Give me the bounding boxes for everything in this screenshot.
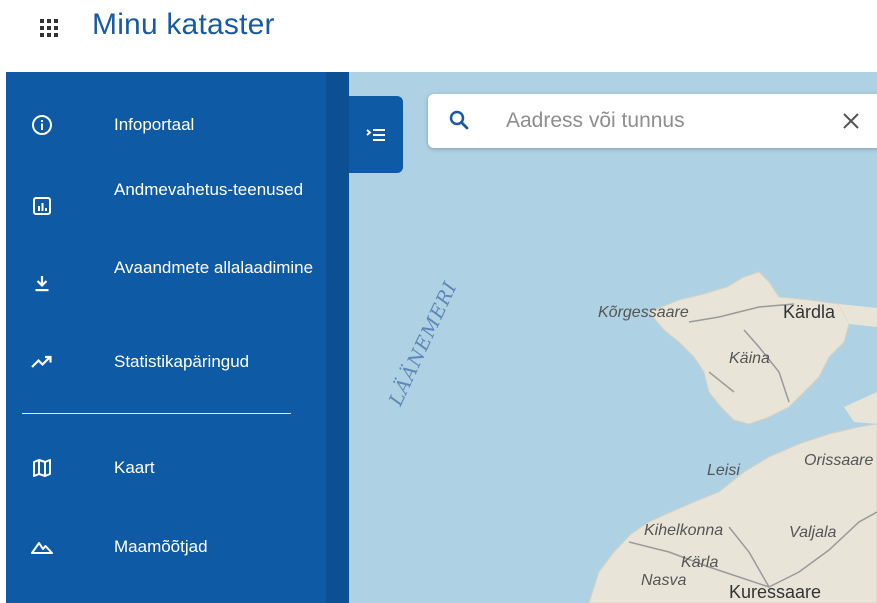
map-icon (30, 456, 54, 480)
close-icon[interactable] (840, 110, 862, 132)
bar-chart-icon (30, 194, 54, 218)
sidebar-item-maamootjad[interactable]: Maamõõtjad (6, 532, 326, 562)
sidebar-divider (22, 413, 291, 414)
menu-collapse-icon (366, 128, 385, 141)
sidebar: Infoportaal Andmevahetus-teenused Avaand… (6, 72, 326, 603)
sidebar-item-label: Infoportaal (114, 115, 195, 134)
trending-up-icon (30, 350, 54, 374)
map-label: Kõrgessaare (598, 304, 689, 321)
header: Minu kataster (0, 0, 877, 60)
sidebar-item-kaart[interactable]: Kaart (6, 453, 326, 483)
map-label: Nasva (641, 572, 687, 589)
map-label: Orissaare (804, 452, 874, 469)
sidebar-toggle-button[interactable] (349, 96, 403, 173)
map-label: Kärla (681, 554, 719, 571)
search-icon[interactable] (448, 109, 470, 131)
map-label: Valjala (789, 524, 837, 541)
search-input[interactable] (504, 102, 808, 140)
sidebar-item-label: Maamõõtjad (114, 537, 208, 556)
sidebar-edge (326, 72, 349, 603)
info-icon (30, 113, 54, 137)
map-label: Kihelkonna (644, 522, 724, 539)
map-label: Leisi (707, 462, 740, 479)
map-label: Käina (729, 350, 770, 367)
map-label: Kuressaare (729, 582, 822, 602)
sidebar-item-label: Andmevahetus-teenused (114, 180, 304, 199)
terrain-icon (30, 535, 54, 559)
sidebar-item-label: Avaandmete allalaadimine (114, 258, 314, 277)
apps-grid-icon[interactable] (38, 17, 60, 39)
sidebar-item-label: Kaart (114, 458, 155, 477)
download-icon (30, 272, 54, 296)
search-bar (428, 94, 877, 148)
map-label: Kärdla (783, 302, 836, 322)
sidebar-item-label: Statistikapäringud (114, 352, 250, 371)
sidebar-item-statistikaparingud[interactable]: Statistikapäringud (6, 347, 326, 377)
sidebar-item-avaandmete[interactable]: Avaandmete allalaadimine (6, 254, 326, 312)
app-title: Minu kataster (92, 8, 275, 41)
sidebar-item-andmevahetus[interactable]: Andmevahetus-teenused (6, 176, 326, 234)
sidebar-item-infoportaal[interactable]: Infoportaal (6, 110, 326, 140)
